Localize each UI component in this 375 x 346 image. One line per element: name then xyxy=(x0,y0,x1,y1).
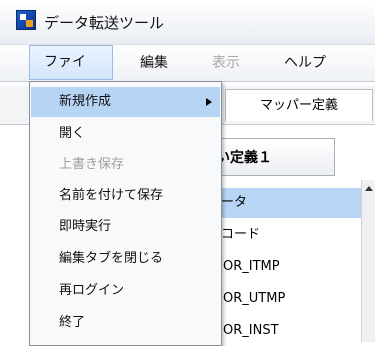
menu-item-close-edit-tab[interactable]: 編集タブを閉じる xyxy=(31,244,220,274)
scroll-up-arrow-icon[interactable] xyxy=(365,186,373,191)
app-icon xyxy=(16,10,36,30)
menu-help[interactable]: ヘルプ xyxy=(270,45,340,81)
tree-row[interactable]: OR_UTMP xyxy=(207,284,362,314)
tree-row[interactable]: OR_ITMP xyxy=(207,252,362,282)
menu-bar: ファイル 編集 表示 ヘルプ xyxy=(0,45,375,103)
menu-item-relogin[interactable]: 再ログイン xyxy=(31,276,220,306)
tree-scrollbar[interactable] xyxy=(361,180,375,342)
definition-tree: ータ コード OR_ITMP OR_UTMP OR_INST xyxy=(206,180,375,342)
menu-item-new-label: 新規作成 xyxy=(59,94,112,109)
tree-row-label: OR_UTMP xyxy=(223,291,286,306)
menu-item-save-as[interactable]: 名前を付けて保存 xyxy=(31,181,220,211)
title-bar: データ転送ツール xyxy=(0,0,375,45)
tree-row-label: コード xyxy=(221,227,261,242)
menu-item-exit[interactable]: 終了 xyxy=(31,308,220,338)
tab-mapper-definition[interactable]: マッパー定義 xyxy=(225,89,373,121)
window-title: データ転送ツール xyxy=(44,14,165,32)
definition-tab[interactable]: い定義１ xyxy=(205,138,335,176)
menu-item-save[interactable]: 上書き保存 xyxy=(31,150,220,180)
menu-file[interactable]: ファイル xyxy=(29,45,113,103)
file-menu-dropdown: 新規作成 開く 上書き保存 名前を付けて保存 即時実行 編集タブを閉じる 再ログ… xyxy=(29,81,222,346)
menu-view[interactable]: 表示 xyxy=(198,45,254,81)
tree-row-label: ータ xyxy=(221,195,248,210)
menu-item-new[interactable]: 新規作成 xyxy=(31,87,220,117)
menu-edit[interactable]: 編集 xyxy=(126,45,182,81)
tree-row[interactable]: コード xyxy=(207,220,362,250)
submenu-arrow-icon xyxy=(206,98,212,106)
menu-item-open[interactable]: 開く xyxy=(31,119,220,149)
tree-row[interactable]: ータ xyxy=(207,188,362,218)
menu-item-run-now[interactable]: 即時実行 xyxy=(31,212,220,242)
tree-row-label: OR_ITMP xyxy=(223,259,280,274)
